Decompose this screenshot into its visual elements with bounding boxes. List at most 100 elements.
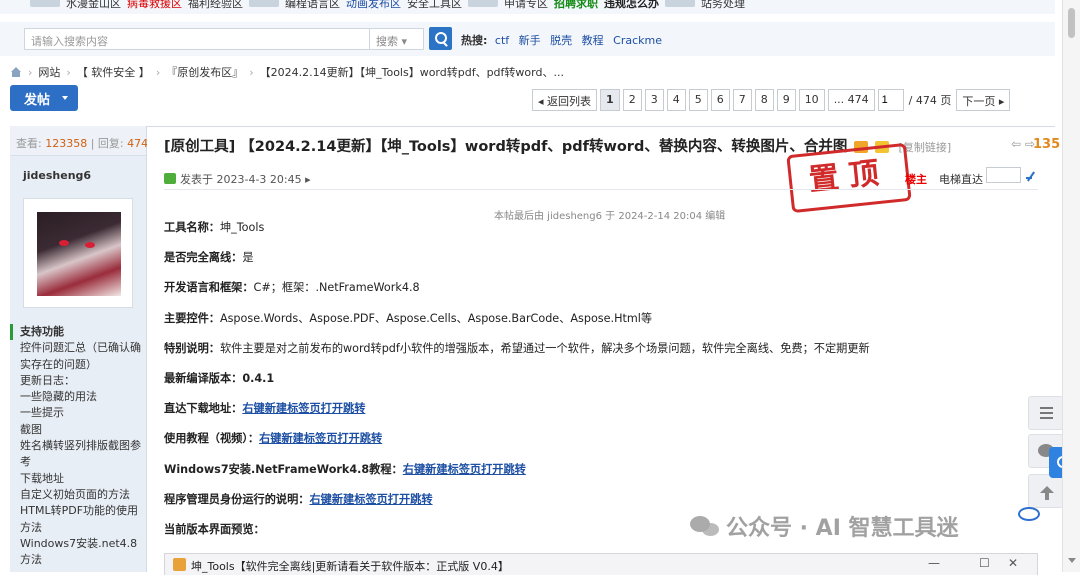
post-date: 发表于 2023-4-3 20:45	[180, 173, 302, 186]
content-label: 是否完全离线：	[164, 251, 243, 265]
nav-item[interactable]: 病毒救援区	[127, 0, 182, 11]
chevron-down-icon	[62, 96, 68, 100]
content-label: 直达下载地址：	[164, 402, 243, 416]
page-link-last[interactable]: ... 474	[827, 89, 875, 111]
nav-image-icon	[249, 0, 279, 7]
search-type-select[interactable]: 搜索 ▾	[370, 28, 424, 50]
scroll-down-icon[interactable]	[1068, 558, 1076, 563]
preview-title: 坤_Tools【软件完全离线|更新请看关于软件版本：正式版 V0.4】	[191, 560, 509, 573]
nav-item[interactable]: 违规怎么办	[604, 0, 659, 11]
views-count: 123358	[45, 137, 88, 150]
content-line: 工具名称：坤_Tools	[164, 219, 1044, 249]
home-icon[interactable]	[10, 67, 22, 77]
page-link[interactable]: 9	[776, 89, 796, 111]
nav-item[interactable]: 编程语言区	[285, 0, 340, 11]
floor-jump-input[interactable]	[986, 167, 1021, 183]
page-link[interactable]: 4	[666, 89, 686, 111]
page-link[interactable]: 3	[644, 89, 664, 111]
content-line: 最新编译版本：0.4.1	[164, 370, 1044, 400]
app-icon	[173, 558, 186, 571]
hot-link[interactable]: 脱壳	[550, 34, 572, 47]
content-value: 软件主要是对之前发布的word转pdf小软件的增强版本，希望通过一个软件，解决多…	[219, 341, 870, 355]
hot-link[interactable]: ctf	[495, 34, 509, 47]
hot-link[interactable]: Crackme	[613, 34, 662, 47]
side-list-item[interactable]: 控件问题汇总（已确认确实存在的问题）	[10, 340, 147, 373]
menu-icon[interactable]	[1028, 396, 1064, 430]
nav-item[interactable]: 安全工具区	[407, 0, 462, 11]
thread-stats: 查看: 123358 | 回复: 4740	[10, 126, 155, 156]
breadcrumb-item[interactable]: 【 软件安全 】	[77, 64, 150, 80]
hot-link[interactable]: 新手	[519, 34, 541, 47]
op-label: 楼主	[905, 173, 927, 186]
bubble-icon[interactable]	[1018, 507, 1040, 521]
hot-search-label: 热搜:	[461, 34, 488, 47]
jump-go-icon[interactable]	[1026, 171, 1036, 181]
watermark: 公众号 · AI 智慧工具迷	[690, 510, 959, 542]
search-type-label: 搜索	[376, 35, 398, 48]
search-bar: 请输入搜索内容 搜索 ▾ 热搜: ctf 新手 脱壳 教程 Crackme	[0, 22, 1055, 56]
page-total: / 474 页	[908, 94, 952, 107]
side-list-item[interactable]: 一些提示	[10, 405, 147, 421]
page-link[interactable]: 6	[710, 89, 730, 111]
nav-logo-icon	[30, 0, 60, 7]
search-input[interactable]: 请输入搜索内容	[24, 28, 370, 50]
search-button[interactable]	[429, 27, 452, 50]
content-label: 最新编译版本：	[164, 371, 243, 385]
page-link[interactable]: 7	[732, 89, 752, 111]
views-label: 查看:	[16, 137, 42, 150]
nav-item[interactable]: 动画发布区	[346, 0, 401, 11]
admin-guide-link[interactable]: 右键新建标签页打开跳转	[309, 493, 432, 506]
page-number-input[interactable]	[878, 90, 903, 110]
nav-image-icon	[665, 0, 695, 7]
nav-item[interactable]: 招聘求职	[554, 0, 598, 11]
download-link[interactable]: 右键新建标签页打开跳转	[242, 402, 365, 415]
page-link[interactable]: 1	[600, 89, 620, 111]
nav-item[interactable]: 站务处理	[701, 0, 745, 11]
breadcrumb-separator: ›	[155, 65, 161, 79]
author-name[interactable]: jidesheng6	[10, 156, 146, 193]
tutorial-link[interactable]: 右键新建标签页打开跳转	[259, 432, 382, 445]
hot-search: 热搜: ctf 新手 脱壳 教程 Crackme	[461, 32, 668, 48]
side-list-item[interactable]: 截图	[10, 422, 147, 438]
breadcrumb-separator: ›	[66, 65, 71, 79]
breadcrumb-item[interactable]: 『原创发布区』	[166, 64, 243, 80]
post-panel: [原创工具] 【2024.2.14更新】【坤_Tools】word转pdf、pd…	[147, 126, 1055, 575]
nav-item[interactable]: 福利经验区	[188, 0, 243, 11]
back-to-top-icon[interactable]	[1028, 474, 1064, 508]
page-link[interactable]: 8	[754, 89, 774, 111]
page-link[interactable]: 2	[622, 89, 642, 111]
content-value: 是	[242, 251, 254, 265]
prev-next-thread[interactable]: ⇦ ⇨	[1011, 137, 1035, 151]
win7-guide-link[interactable]: 右键新建标签页打开跳转	[403, 463, 526, 476]
breadcrumb-item[interactable]: 【2024.2.14更新】【坤_Tools】word转pdf、pdf转word、…	[260, 64, 564, 80]
user-panel: 查看: 123358 | 回复: 4740 jidesheng6 支持功能 控件…	[10, 126, 155, 572]
content-line: Windows7安装.NetFrameWork4.8教程：右键新建标签页打开跳转	[164, 461, 1044, 491]
content-label: Windows7安装.NetFrameWork4.8教程：	[164, 462, 403, 476]
post-meta: 发表于 2023-4-3 20:45 ▸	[164, 171, 311, 187]
side-list-item[interactable]: Windows7安装.net4.8方法	[10, 536, 147, 569]
side-list-item[interactable]: 姓名横转竖列排版截图参考	[10, 438, 147, 471]
new-post-button[interactable]: 发帖	[10, 85, 78, 111]
page-number-field[interactable]	[877, 89, 904, 111]
side-list-item[interactable]: 更新日志：	[10, 373, 147, 389]
scrollbar[interactable]	[1062, 0, 1080, 572]
next-page-button[interactable]: 下一页 ▸	[956, 89, 1011, 111]
hot-link[interactable]: 教程	[582, 34, 604, 47]
breadcrumb: › 网站 › 【 软件安全 】 › 『原创发布区』 › 【2024.2.14更新…	[10, 64, 564, 80]
content-value: C#；框架：.NetFrameWork4.8	[253, 281, 420, 295]
side-list-item[interactable]: 下载地址	[10, 471, 147, 487]
side-list-item[interactable]: 一些隐藏的用法	[10, 389, 147, 405]
nav-item[interactable]: 申请专区	[504, 0, 548, 11]
back-to-list-label: 返回列表	[547, 95, 592, 108]
back-to-list-button[interactable]: ◂ 返回列表	[532, 89, 598, 111]
replies-label: 回复:	[97, 137, 124, 150]
nav-item[interactable]: 水漫金山区	[66, 0, 121, 11]
content-value: 坤_Tools	[219, 221, 265, 234]
breadcrumb-item[interactable]: 网站	[38, 64, 60, 80]
page-link[interactable]: 10	[798, 89, 825, 111]
side-list-item[interactable]: HTML转PDF功能的使用方法	[10, 503, 147, 536]
scroll-thumb[interactable]	[1068, 8, 1075, 38]
page-link[interactable]: 5	[688, 89, 708, 111]
side-list-item[interactable]: 自定义初始页面的方法	[10, 487, 147, 503]
avatar[interactable]	[37, 212, 121, 296]
